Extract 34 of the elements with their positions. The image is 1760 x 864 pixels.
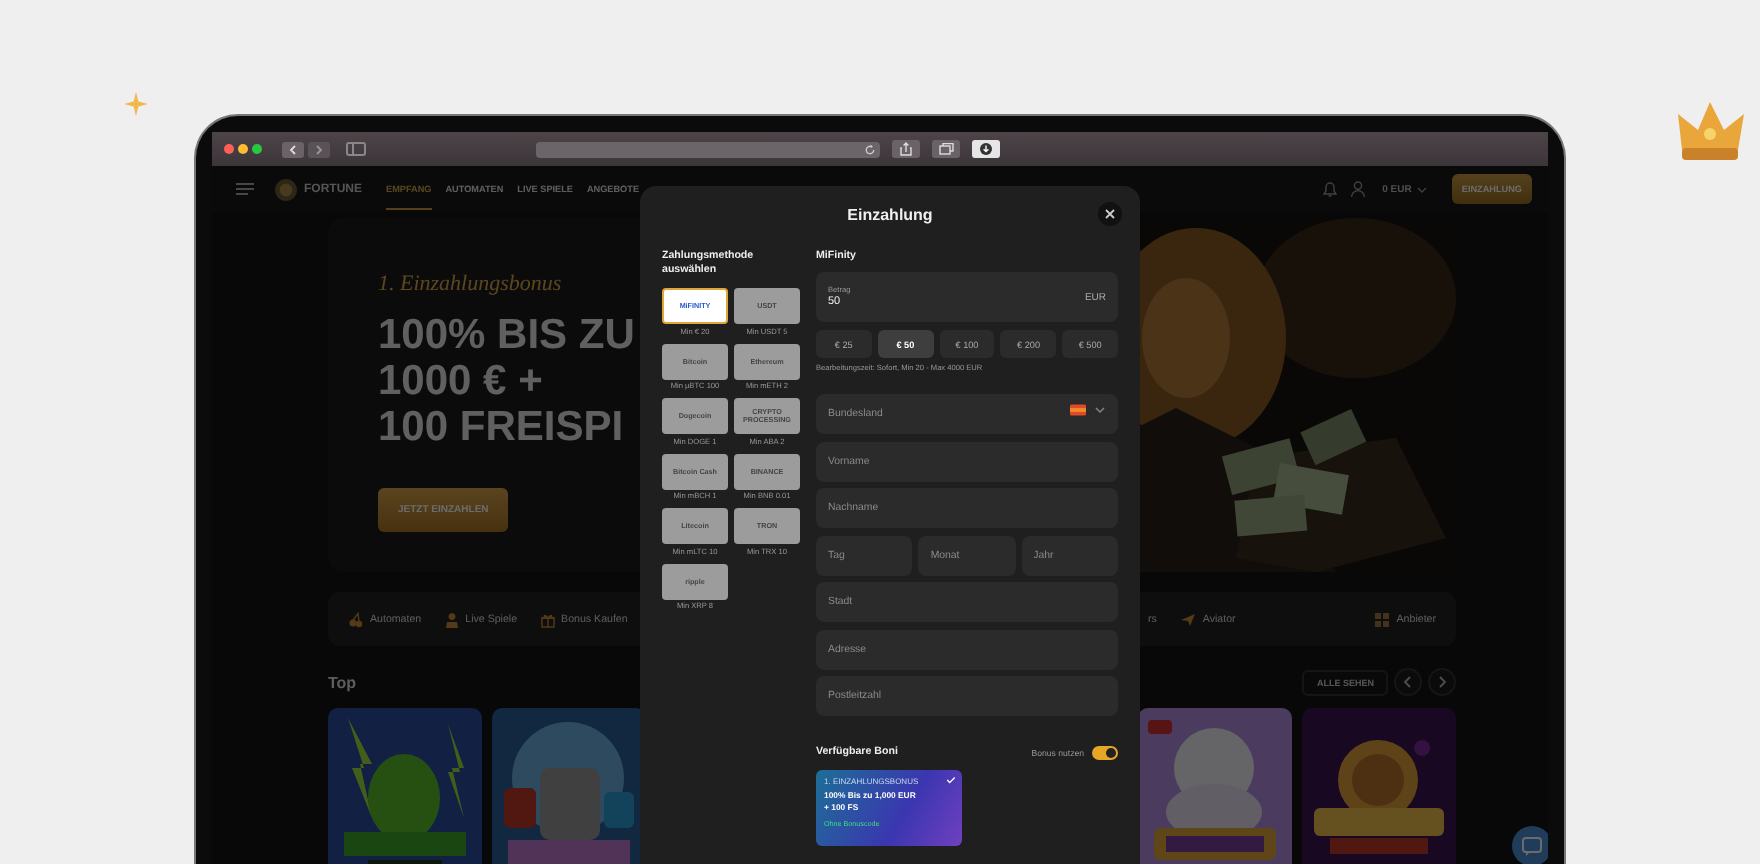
back-icon[interactable] [282, 141, 304, 157]
sidebar-icon[interactable] [346, 142, 366, 156]
sparkle-icon [124, 92, 148, 116]
lion-logo-icon [274, 177, 298, 201]
chat-button[interactable] [1512, 826, 1548, 864]
reload-icon[interactable] [864, 143, 876, 155]
dealer-icon [443, 611, 460, 627]
banner-headline: 100 FREISPI [378, 404, 624, 450]
maximize-window-dot[interactable] [252, 144, 262, 154]
tabs-icon[interactable] [932, 140, 960, 158]
share-icon[interactable] [892, 140, 920, 158]
minimize-window-dot[interactable] [238, 144, 248, 154]
forward-icon[interactable] [308, 141, 330, 157]
grid-icon [1374, 611, 1391, 627]
flag-icon [1070, 404, 1086, 416]
close-window-dot[interactable] [224, 144, 234, 154]
bonus-toggle[interactable] [1092, 746, 1118, 760]
plane-icon [1180, 611, 1197, 627]
banner-headline: 1000 € + [378, 358, 543, 404]
menu-icon[interactable] [236, 182, 254, 196]
gift-icon [539, 611, 556, 627]
close-button[interactable] [1098, 202, 1122, 226]
chevron-down-icon[interactable] [1415, 185, 1428, 193]
cherry-icon [348, 611, 364, 627]
dialog-title: Einzahlung [847, 205, 933, 223]
bell-icon[interactable] [1322, 180, 1339, 198]
download-icon[interactable] [972, 140, 1000, 158]
next-button[interactable] [1428, 668, 1456, 696]
chevron-down-icon [1094, 406, 1106, 414]
section-title: Top [328, 673, 357, 691]
banner-kicker: 1. Einzahlungsbonus [378, 272, 562, 296]
user-icon[interactable] [1350, 180, 1367, 198]
previous-button[interactable] [1394, 668, 1422, 696]
banner-headline: 100% BIS ZU [378, 312, 635, 358]
